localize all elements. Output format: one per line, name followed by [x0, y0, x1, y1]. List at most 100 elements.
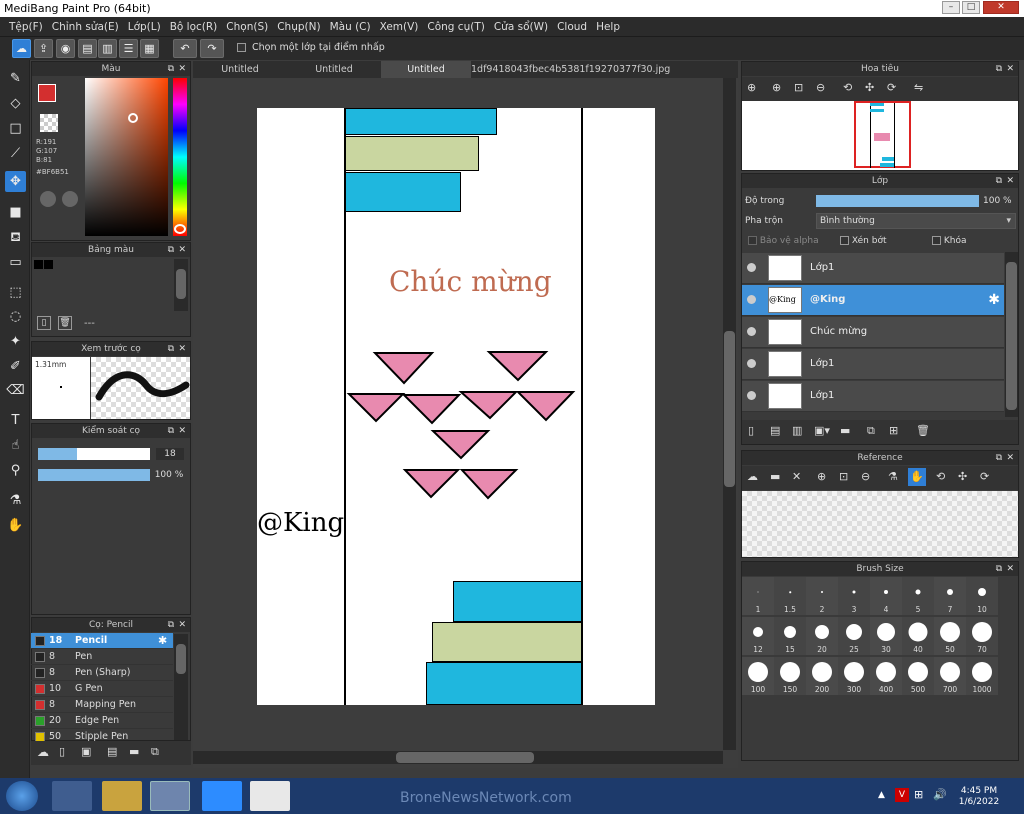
cloud-icon[interactable]: ☁: [747, 470, 758, 483]
new-layer-icon[interactable]: ▯: [748, 424, 754, 437]
undock-icon[interactable]: ⧉: [996, 174, 1002, 188]
brush-size-preset[interactable]: 400: [870, 657, 902, 695]
medibang-icon[interactable]: [250, 781, 290, 811]
palette-scrollbar[interactable]: [174, 259, 188, 311]
select-layer-option[interactable]: Chọn một lớp tại điểm nhấp: [237, 42, 385, 53]
comment-icon[interactable]: ◉: [56, 39, 75, 58]
share-icon[interactable]: ⇪: [34, 39, 53, 58]
menu-item[interactable]: Xem(V): [380, 21, 419, 33]
layer-row[interactable]: @King @King ✱: [742, 285, 1004, 316]
undo-icon[interactable]: ↶: [173, 39, 197, 58]
rect-tool-icon[interactable]: □: [5, 118, 26, 139]
brush-size-preset[interactable]: 5: [902, 577, 934, 615]
chrome-icon[interactable]: [150, 781, 190, 811]
menu-item[interactable]: Cloud: [557, 21, 587, 33]
text-tool-icon[interactable]: T: [5, 410, 26, 431]
navigator-preview[interactable]: [742, 101, 1018, 170]
undock-icon[interactable]: ⧉: [168, 424, 174, 438]
duplicate-layer-icon[interactable]: ⧉: [867, 424, 875, 438]
network-icon[interactable]: ⊞: [914, 788, 923, 801]
new-palette-icon[interactable]: ▯: [37, 316, 51, 330]
close-icon[interactable]: ✕: [1006, 451, 1014, 465]
minimize-button[interactable]: –: [942, 1, 960, 14]
folder-icon[interactable]: ▬: [840, 424, 850, 437]
tab-untitled-2[interactable]: Untitled: [287, 61, 381, 78]
canvas-vertical-scrollbar[interactable]: [723, 78, 736, 750]
media-player-icon[interactable]: [52, 781, 92, 811]
tab-untitled-3[interactable]: Untitled: [381, 61, 471, 78]
menu-item[interactable]: Cửa sổ(W): [494, 21, 548, 33]
blend-mode-select[interactable]: Bình thường ▾: [816, 213, 1016, 229]
rotate-right-icon[interactable]: ⟳: [980, 470, 989, 483]
rotate-left-icon[interactable]: ⟲: [843, 81, 852, 94]
undock-icon[interactable]: ⧉: [168, 62, 174, 76]
eyedropper-icon[interactable]: ⚗: [888, 470, 898, 483]
brush-size-preset[interactable]: 1: [742, 577, 774, 615]
show-hidden-icons-icon[interactable]: ▲: [878, 790, 885, 800]
undock-icon[interactable]: ⧉: [168, 243, 174, 257]
layer-row[interactable]: Lớp1: [742, 381, 1004, 412]
zoom-icon[interactable]: [202, 781, 242, 811]
close-icon[interactable]: ✕: [1006, 174, 1014, 188]
close-icon[interactable]: ✕: [178, 62, 186, 76]
menu-item[interactable]: Công cụ(T): [427, 21, 484, 33]
menu-item[interactable]: Lớp(L): [128, 21, 161, 33]
foreground-color-swatch[interactable]: [38, 84, 56, 102]
brush-size-preset[interactable]: 12: [742, 617, 774, 655]
tab-untitled-1[interactable]: Untitled: [193, 61, 287, 78]
brush-size-preset[interactable]: 40: [902, 617, 934, 655]
brush-list-item[interactable]: 20 Edge Pen: [31, 713, 173, 729]
palette-swatch[interactable]: [34, 260, 43, 269]
add-brush-icon[interactable]: ▣: [81, 745, 91, 758]
gear-icon[interactable]: ✱: [988, 292, 1000, 308]
operation-tool-icon[interactable]: ☝: [5, 435, 26, 456]
fit-window-icon[interactable]: ⊡: [839, 470, 848, 483]
eye-icon[interactable]: [747, 295, 756, 304]
undock-icon[interactable]: ⧉: [996, 62, 1002, 76]
redo-icon[interactable]: ↷: [200, 39, 224, 58]
close-icon[interactable]: ✕: [178, 424, 186, 438]
brush-size-preset[interactable]: 70: [966, 617, 998, 655]
close-reference-icon[interactable]: ✕: [792, 470, 801, 483]
layer-list-scrollbar[interactable]: [1005, 252, 1018, 417]
menu-item[interactable]: Màu (C): [330, 21, 371, 33]
add-layer-menu-icon[interactable]: ▣▾: [814, 424, 830, 437]
brush-size-preset[interactable]: 25: [838, 617, 870, 655]
close-icon[interactable]: ✕: [178, 618, 186, 632]
reset-rotation-icon[interactable]: ✣: [865, 81, 874, 94]
volume-icon[interactable]: 🔊: [933, 788, 947, 801]
brush-size-preset[interactable]: 2: [806, 577, 838, 615]
merge-layer-icon[interactable]: ⊞: [889, 424, 898, 437]
select-rect-icon[interactable]: ⬚: [5, 282, 26, 303]
zoom-fit-icon[interactable]: ⊕: [747, 81, 756, 94]
brush-list-item[interactable]: 18 Pencil ✱: [31, 633, 173, 649]
menu-item[interactable]: Bộ lọc(R): [170, 21, 218, 33]
select-eraser-icon[interactable]: ⌫: [5, 380, 26, 401]
fit-window-icon[interactable]: ⊡: [794, 81, 803, 94]
zoom-in-icon[interactable]: ⊕: [772, 81, 781, 94]
brush-size-preset[interactable]: 500: [902, 657, 934, 695]
color-settings-icon[interactable]: [62, 191, 78, 207]
color-picker-cursor[interactable]: [128, 113, 138, 123]
file-explorer-icon[interactable]: [102, 781, 142, 811]
brush-size-preset[interactable]: 1.5: [774, 577, 806, 615]
document-icon[interactable]: ▥: [98, 39, 117, 58]
brush-size-slider[interactable]: [38, 448, 150, 460]
menu-item[interactable]: Chọn(S): [226, 21, 268, 33]
delete-palette-icon[interactable]: 🗑: [58, 316, 72, 330]
bucket-tool-icon[interactable]: ⛾: [5, 227, 26, 248]
protect-alpha-option[interactable]: Bảo vệ alpha: [748, 236, 819, 246]
lasso-tool-icon[interactable]: ◌: [5, 306, 26, 327]
brush-size-value[interactable]: 18: [156, 448, 184, 460]
brush-size-preset[interactable]: 30: [870, 617, 902, 655]
copy-brush-icon[interactable]: ⧉: [151, 745, 159, 759]
eye-icon[interactable]: [747, 327, 756, 336]
layer-row[interactable]: Lớp1: [742, 349, 1004, 380]
zoom-in-icon[interactable]: ⊕: [817, 470, 826, 483]
folder-icon[interactable]: ▬: [129, 745, 139, 758]
cloud-icon[interactable]: ☁: [12, 39, 31, 58]
brush-size-preset[interactable]: 300: [838, 657, 870, 695]
undock-icon[interactable]: ⧉: [168, 618, 174, 632]
brush-size-preset[interactable]: 3: [838, 577, 870, 615]
eye-icon[interactable]: [747, 263, 756, 272]
